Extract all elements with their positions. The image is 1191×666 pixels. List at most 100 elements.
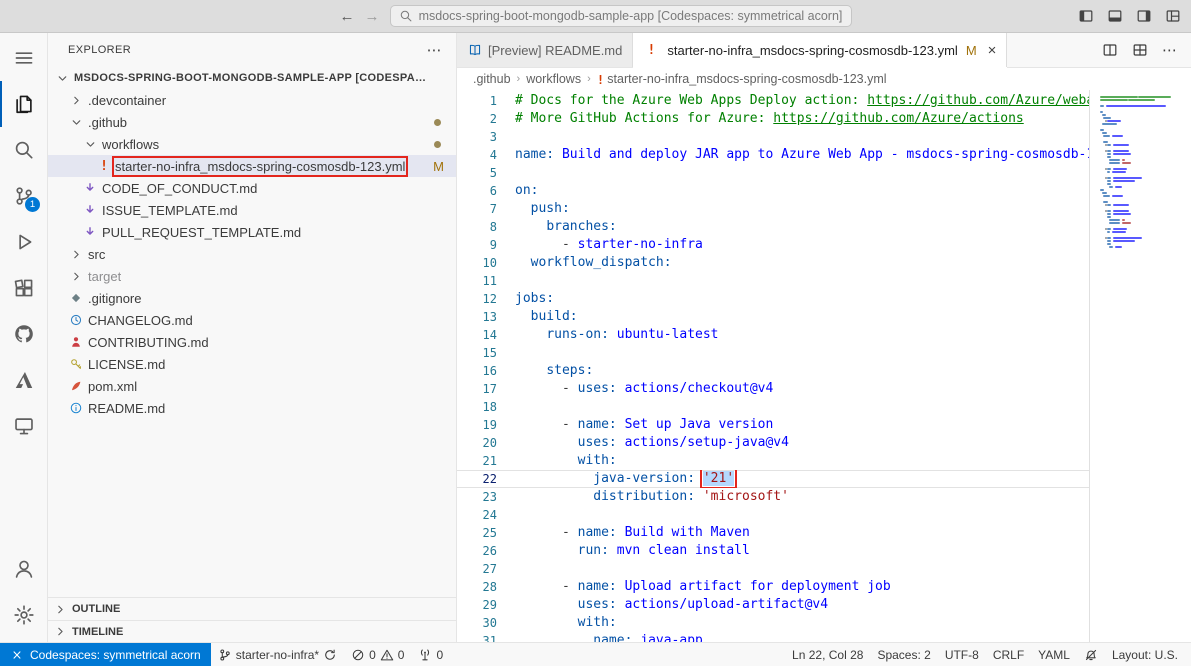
tree-item[interactable]: ISSUE_TEMPLATE.md: [48, 199, 456, 221]
editor-tab[interactable]: !starter-no-infra_msdocs-spring-cosmosdb…: [633, 33, 1007, 67]
tree-item[interactable]: target: [48, 265, 456, 287]
code-line[interactable]: 31 name: java-app: [457, 632, 1191, 642]
editor-tab[interactable]: [Preview] README.md: [457, 33, 633, 67]
code-line[interactable]: 30 with:: [457, 614, 1191, 632]
activity-menu-button[interactable]: [0, 35, 47, 81]
remote-indicator[interactable]: Codespaces: symmetrical acorn: [0, 643, 211, 666]
code-line[interactable]: 28 - name: Upload artifact for deploymen…: [457, 578, 1191, 596]
code-line[interactable]: 15: [457, 344, 1191, 362]
activity-run-and-debug-button[interactable]: [0, 219, 47, 265]
activity-source-control-button[interactable]: 1: [0, 173, 47, 219]
notifications-indicator[interactable]: [1077, 643, 1105, 666]
tree-item[interactable]: CHANGELOG.md: [48, 309, 456, 331]
code-line[interactable]: 21 with:: [457, 452, 1191, 470]
tree-item[interactable]: .gitignore: [48, 287, 456, 309]
sidebar-section-outline[interactable]: OUTLINE: [48, 598, 456, 620]
sidebar-section-timeline[interactable]: TIMELINE: [48, 620, 456, 642]
code-line-current[interactable]: 22 java-version: '21': [457, 470, 1191, 488]
branch-indicator[interactable]: starter-no-infra*: [211, 643, 344, 666]
code-line[interactable]: 10 workflow_dispatch:: [457, 254, 1191, 272]
code-line[interactable]: 1# Docs for the Azure Web Apps Deploy ac…: [457, 92, 1191, 110]
tree-item-label: ISSUE_TEMPLATE.md: [102, 203, 238, 218]
code-line[interactable]: 2# More GitHub Actions for Azure: https:…: [457, 110, 1191, 128]
tree-item[interactable]: workflows: [48, 133, 456, 155]
editor-group: [Preview] README.md!starter-no-infra_msd…: [457, 33, 1191, 642]
customize-layout-icon[interactable]: [1165, 8, 1181, 24]
problems-indicator[interactable]: 0 0: [344, 643, 411, 666]
code-line[interactable]: 4name: Build and deploy JAR app to Azure…: [457, 146, 1191, 164]
code-line[interactable]: 25 - name: Build with Maven: [457, 524, 1191, 542]
minimap[interactable]: [1089, 90, 1191, 642]
activity-extensions-button[interactable]: [0, 265, 47, 311]
language-mode[interactable]: YAML: [1031, 643, 1077, 666]
activity-search-button[interactable]: [0, 127, 47, 173]
activity-settings-button[interactable]: [0, 592, 47, 638]
code-line[interactable]: 19 - name: Set up Java version: [457, 416, 1191, 434]
code-line[interactable]: 26 run: mvn clean install: [457, 542, 1191, 560]
tree-item[interactable]: pom.xml: [48, 375, 456, 397]
code-line[interactable]: 11: [457, 272, 1191, 290]
indentation-indicator[interactable]: Spaces: 2: [870, 643, 937, 666]
breadcrumb-item[interactable]: !starter-no-infra_msdocs-spring-cosmosdb…: [597, 72, 887, 87]
code-editor[interactable]: 1# Docs for the Azure Web Apps Deploy ac…: [457, 90, 1191, 642]
code-line[interactable]: 7 push:: [457, 200, 1191, 218]
search-icon: [399, 9, 413, 23]
code-line[interactable]: 20 uses: actions/setup-java@v4: [457, 434, 1191, 452]
tree-item[interactable]: README.md: [48, 397, 456, 419]
close-tab-icon[interactable]: ×: [988, 43, 997, 58]
encoding-indicator[interactable]: UTF-8: [938, 643, 986, 666]
code-line[interactable]: 5: [457, 164, 1191, 182]
tree-item[interactable]: !starter-no-infra_msdocs-spring-cosmosdb…: [48, 155, 456, 177]
notifications-icon: [1084, 648, 1098, 662]
tree-item[interactable]: LICENSE.md: [48, 353, 456, 375]
tree-root[interactable]: MSDOCS-SPRING-BOOT-MONGODB-SAMPLE-APP [C…: [48, 67, 456, 89]
code-line[interactable]: 13 build:: [457, 308, 1191, 326]
code-line[interactable]: 29 uses: actions/upload-artifact@v4: [457, 596, 1191, 614]
back-arrow-icon[interactable]: ←: [340, 8, 355, 25]
line-number: 20: [457, 434, 515, 452]
code-line[interactable]: 9 - starter-no-infra: [457, 236, 1191, 254]
editor-layout-icon[interactable]: [1132, 42, 1148, 58]
code-line[interactable]: 16 steps:: [457, 362, 1191, 380]
toggle-primary-sidebar-icon[interactable]: [1078, 8, 1094, 24]
activity-account-button[interactable]: [0, 546, 47, 592]
eol-indicator[interactable]: CRLF: [986, 643, 1031, 666]
breadcrumb-item[interactable]: .github: [473, 72, 511, 86]
keyboard-layout[interactable]: Layout: U.S.: [1105, 643, 1185, 666]
tree-item[interactable]: .github: [48, 111, 456, 133]
activity-explorer-button[interactable]: [0, 81, 47, 127]
forward-arrow-icon[interactable]: →: [365, 8, 380, 25]
git-modified-badge: M: [433, 159, 444, 174]
code-line[interactable]: 12jobs:: [457, 290, 1191, 308]
code-line[interactable]: 27: [457, 560, 1191, 578]
line-number: 6: [457, 182, 515, 200]
code-line[interactable]: 18: [457, 398, 1191, 416]
breadcrumb-item[interactable]: workflows: [526, 72, 581, 86]
tree-item[interactable]: .devcontainer: [48, 89, 456, 111]
explorer-more-actions-icon[interactable]: ⋯: [427, 43, 442, 58]
command-center-search[interactable]: msdocs-spring-boot-mongodb-sample-app [C…: [390, 5, 852, 27]
tree-item[interactable]: CONTRIBUTING.md: [48, 331, 456, 353]
ports-indicator[interactable]: 0: [411, 643, 450, 666]
code-line[interactable]: 17 - uses: actions/checkout@v4: [457, 380, 1191, 398]
tree-item[interactable]: src: [48, 243, 456, 265]
code-line[interactable]: 3: [457, 128, 1191, 146]
activity-remote-explorer-button[interactable]: [0, 403, 47, 449]
split-editor-icon[interactable]: [1102, 42, 1118, 58]
tree-item[interactable]: CODE_OF_CONDUCT.md: [48, 177, 456, 199]
code-line[interactable]: 14 runs-on: ubuntu-latest: [457, 326, 1191, 344]
line-number: 26: [457, 542, 515, 560]
file-tree: MSDOCS-SPRING-BOOT-MONGODB-SAMPLE-APP [C…: [48, 67, 456, 597]
tree-item[interactable]: PULL_REQUEST_TEMPLATE.md: [48, 221, 456, 243]
activity-azure-button[interactable]: [0, 357, 47, 403]
cursor-position[interactable]: Ln 22, Col 28: [785, 643, 870, 666]
line-number: 4: [457, 146, 515, 164]
more-actions-icon[interactable]: ⋯: [1162, 43, 1177, 58]
code-line[interactable]: 8 branches:: [457, 218, 1191, 236]
code-line[interactable]: 6on:: [457, 182, 1191, 200]
activity-github-button[interactable]: [0, 311, 47, 357]
code-line[interactable]: 23 distribution: 'microsoft': [457, 488, 1191, 506]
code-line[interactable]: 24: [457, 506, 1191, 524]
toggle-panel-icon[interactable]: [1107, 8, 1123, 24]
toggle-secondary-sidebar-icon[interactable]: [1136, 8, 1152, 24]
